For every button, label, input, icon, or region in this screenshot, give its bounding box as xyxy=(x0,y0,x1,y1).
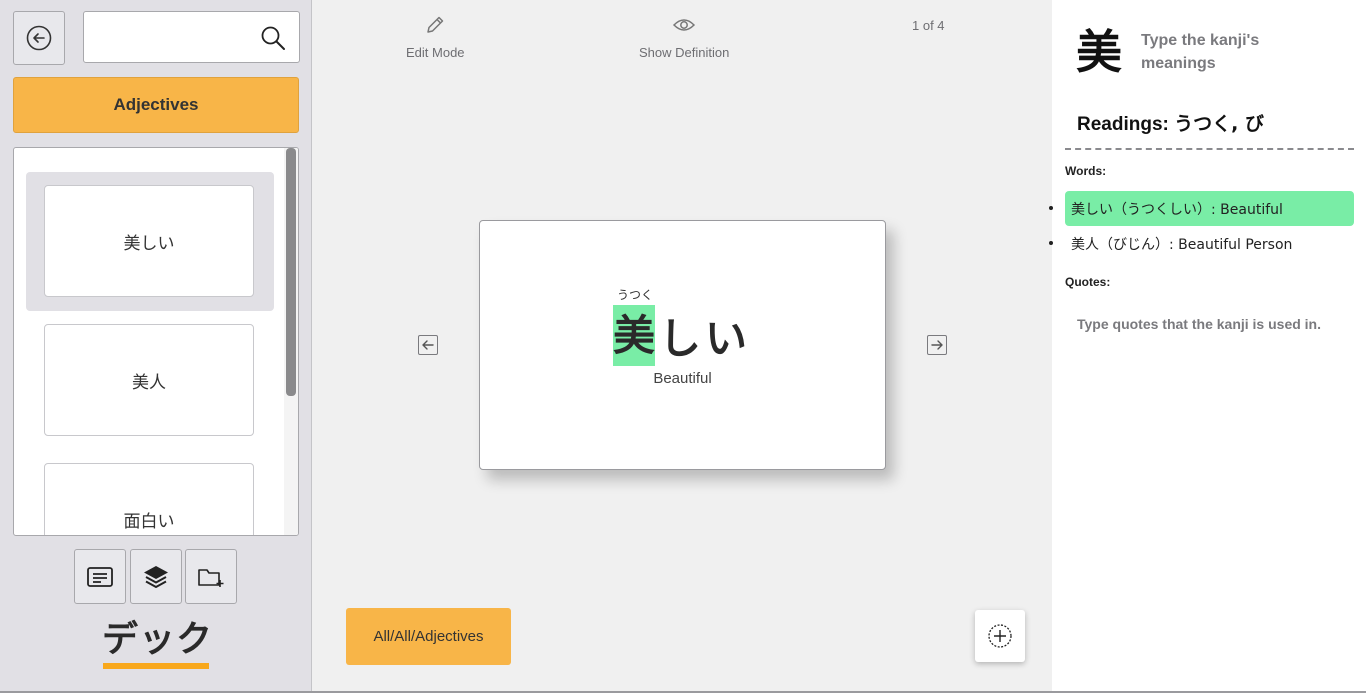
meanings-input[interactable]: Type the kanji's meanings xyxy=(1141,29,1321,77)
word-item-text: 美しい（うつくしい）: Beautiful xyxy=(1071,201,1283,218)
edit-mode-button[interactable]: Edit Mode xyxy=(406,14,465,60)
layers-button[interactable] xyxy=(130,549,182,604)
pencil-icon xyxy=(427,16,444,33)
flashcard-kana: しい xyxy=(659,314,752,363)
page-counter: 1 of 4 xyxy=(912,18,945,33)
new-folder-button[interactable] xyxy=(185,549,237,604)
flashcard-word: 美 しい xyxy=(613,305,751,366)
word-item[interactable]: 美しい（うつくしい）: Beautiful xyxy=(1049,191,1354,226)
show-definition-button[interactable]: Show Definition xyxy=(639,14,729,60)
arrow-right-icon xyxy=(931,340,943,350)
deck-label: デック xyxy=(102,619,214,660)
sidebar: Adjectives 美しい 美人 面白い デック xyxy=(0,0,312,693)
list-card-label: 面白い xyxy=(123,511,175,532)
list-card-label: 美人 xyxy=(132,372,166,393)
layers-icon xyxy=(144,565,168,588)
search-input[interactable] xyxy=(92,22,256,54)
scrollbar-track[interactable] xyxy=(284,148,298,535)
furigana: うつく xyxy=(616,288,653,302)
scrollbar-thumb[interactable] xyxy=(286,148,296,396)
words-label: Words: xyxy=(1065,164,1107,178)
next-card-button[interactable] xyxy=(927,335,947,355)
list-card-item[interactable]: 美しい xyxy=(44,185,254,297)
add-card-button[interactable] xyxy=(975,610,1025,662)
detail-kanji: 美 xyxy=(1076,25,1122,79)
show-definition-label: Show Definition xyxy=(639,45,730,60)
eye-icon xyxy=(673,19,696,31)
edit-mode-label: Edit Mode xyxy=(406,45,465,60)
card-view-button[interactable] xyxy=(74,549,126,604)
card-list: 美しい 美人 面白い xyxy=(13,147,299,536)
previous-card-button[interactable] xyxy=(418,335,438,355)
search-box xyxy=(83,11,300,63)
divider xyxy=(1065,148,1354,150)
flashcard-kanji: 美 xyxy=(613,305,655,366)
deck-title-button[interactable]: Adjectives xyxy=(13,77,299,133)
readings-value: うつく, び xyxy=(1174,113,1264,135)
word-item[interactable]: 美人（びじん）: Beautiful Person xyxy=(1049,226,1354,261)
back-arrow-icon xyxy=(26,25,52,51)
quotes-input[interactable]: Type quotes that the kanji is used in. xyxy=(1077,316,1321,332)
kanji-detail-panel: 美 Type the kanji's meanings Readings: うつ… xyxy=(1049,0,1366,693)
list-card-item[interactable]: 美人 xyxy=(44,324,254,436)
arrow-left-icon xyxy=(422,340,434,350)
new-folder-icon xyxy=(198,568,224,587)
card-list-icon xyxy=(87,566,113,587)
word-item-text: 美人（びじん）: Beautiful Person xyxy=(1071,236,1293,253)
readings-label: Readings: xyxy=(1077,114,1169,135)
flashcard-meaning: Beautiful xyxy=(653,370,712,387)
list-card-label: 美しい xyxy=(123,233,175,254)
back-button[interactable] xyxy=(13,11,65,65)
readings: Readings: うつく, び xyxy=(1077,109,1264,136)
deck-label-underline xyxy=(103,663,209,669)
search-icon[interactable] xyxy=(260,25,286,51)
add-circle-icon xyxy=(988,624,1012,648)
deck-path-button[interactable]: All/All/Adjectives xyxy=(346,608,511,665)
list-card-item[interactable]: 面白い xyxy=(44,463,254,535)
quotes-label: Quotes: xyxy=(1065,275,1111,289)
